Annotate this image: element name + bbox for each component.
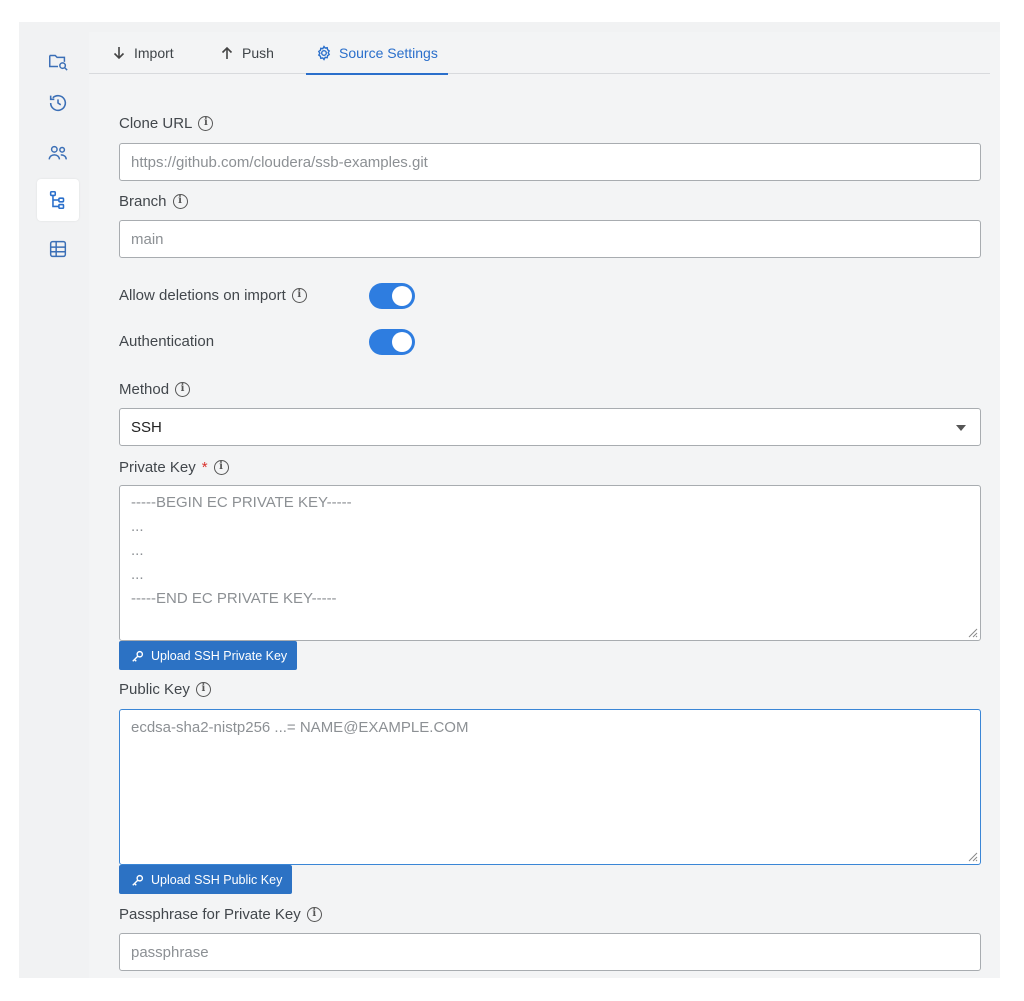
authentication-toggle[interactable] xyxy=(369,329,415,355)
tab-source-settings-label: Source Settings xyxy=(339,45,438,61)
arrow-up-icon xyxy=(221,46,233,59)
info-icon[interactable]: i xyxy=(175,382,191,397)
allow-deletions-toggle[interactable] xyxy=(369,283,415,309)
rail-item-users[interactable] xyxy=(37,132,79,174)
upload-private-key-label: Upload SSH Private Key xyxy=(151,648,288,663)
clone-url-value: https://github.com/cloudera/ssb-examples… xyxy=(131,153,428,171)
rail-item-explorer[interactable] xyxy=(37,40,79,82)
branch-value: main xyxy=(131,230,164,248)
clone-url-label-text: Clone URL xyxy=(119,115,193,132)
clone-url-input[interactable]: https://github.com/cloudera/ssb-examples… xyxy=(119,143,981,181)
tab-push[interactable]: Push xyxy=(219,32,274,74)
tab-import[interactable]: Import xyxy=(111,32,174,74)
key-icon xyxy=(132,650,144,662)
arrow-down-icon xyxy=(113,47,125,60)
resize-grip-icon[interactable] xyxy=(966,626,978,638)
rail-item-source-control[interactable] xyxy=(37,179,79,221)
info-icon[interactable]: i xyxy=(291,288,307,303)
tab-push-label: Push xyxy=(242,45,274,61)
public-key-label: Public Key i xyxy=(119,681,211,698)
settings-panel: Import Push Source Settings Clone URL i … xyxy=(89,32,1000,978)
placeholder-line: -----BEGIN EC PRIVATE KEY----- xyxy=(131,494,352,511)
chevron-down-icon xyxy=(956,425,966,431)
placeholder-line: ... xyxy=(131,566,144,583)
method-label: Method i xyxy=(119,381,191,398)
allow-deletions-label-text: Allow deletions on import xyxy=(119,287,286,304)
resize-grip-icon[interactable] xyxy=(966,850,978,862)
info-icon[interactable]: i xyxy=(172,194,188,209)
passphrase-input[interactable]: passphrase xyxy=(119,933,981,971)
branch-label: Branch i xyxy=(119,193,188,210)
key-icon xyxy=(132,874,144,886)
method-select[interactable]: SSH xyxy=(119,408,981,446)
passphrase-label: Passphrase for Private Key i xyxy=(119,906,322,923)
info-icon[interactable]: i xyxy=(306,907,322,922)
toggle-knob xyxy=(392,332,412,352)
app-frame: Import Push Source Settings Clone URL i … xyxy=(19,22,1000,978)
table-list-icon xyxy=(49,240,67,258)
users-icon xyxy=(48,145,67,160)
branch-input[interactable]: main xyxy=(119,220,981,258)
folder-search-icon xyxy=(49,54,68,71)
required-marker: * xyxy=(201,459,208,476)
tab-source-settings[interactable]: Source Settings xyxy=(306,32,448,75)
tab-import-label: Import xyxy=(134,45,174,61)
public-key-placeholder: ecdsa-sha2-nistp256 ...= NAME@EXAMPLE.CO… xyxy=(131,719,469,736)
history-icon xyxy=(49,94,67,112)
side-rail xyxy=(19,22,89,978)
authentication-label-text: Authentication xyxy=(119,333,215,350)
gear-icon xyxy=(317,45,331,61)
passphrase-label-text: Passphrase for Private Key xyxy=(119,906,301,923)
upload-private-key-button[interactable]: Upload SSH Private Key xyxy=(119,641,298,670)
toggle-knob xyxy=(392,286,412,306)
rail-item-tables[interactable] xyxy=(37,228,79,270)
upload-public-key-label: Upload SSH Public Key xyxy=(151,872,283,887)
private-key-label-text: Private Key xyxy=(119,459,196,476)
passphrase-placeholder: passphrase xyxy=(131,943,209,961)
source-tree-icon xyxy=(49,190,65,210)
info-icon[interactable]: i xyxy=(213,460,229,475)
public-key-textarea[interactable]: ecdsa-sha2-nistp256 ...= NAME@EXAMPLE.CO… xyxy=(119,709,981,865)
tab-bar: Import Push Source Settings xyxy=(89,32,990,75)
placeholder-line: ... xyxy=(131,542,144,559)
upload-public-key-button[interactable]: Upload SSH Public Key xyxy=(119,865,293,894)
authentication-label: Authentication xyxy=(119,333,214,350)
rail-item-history[interactable] xyxy=(37,82,79,124)
private-key-label: Private Key * i xyxy=(119,459,229,476)
private-key-textarea[interactable]: -----BEGIN EC PRIVATE KEY----- ... ... .… xyxy=(119,485,981,641)
info-icon[interactable]: i xyxy=(198,116,214,131)
method-value: SSH xyxy=(131,418,162,436)
info-icon[interactable]: i xyxy=(195,682,211,697)
allow-deletions-label: Allow deletions on import i xyxy=(119,287,307,304)
branch-label-text: Branch xyxy=(119,193,167,210)
public-key-label-text: Public Key xyxy=(119,681,190,698)
placeholder-line: -----END EC PRIVATE KEY----- xyxy=(131,590,337,607)
clone-url-label: Clone URL i xyxy=(119,115,214,132)
placeholder-line: ... xyxy=(131,518,144,535)
method-label-text: Method xyxy=(119,381,170,398)
